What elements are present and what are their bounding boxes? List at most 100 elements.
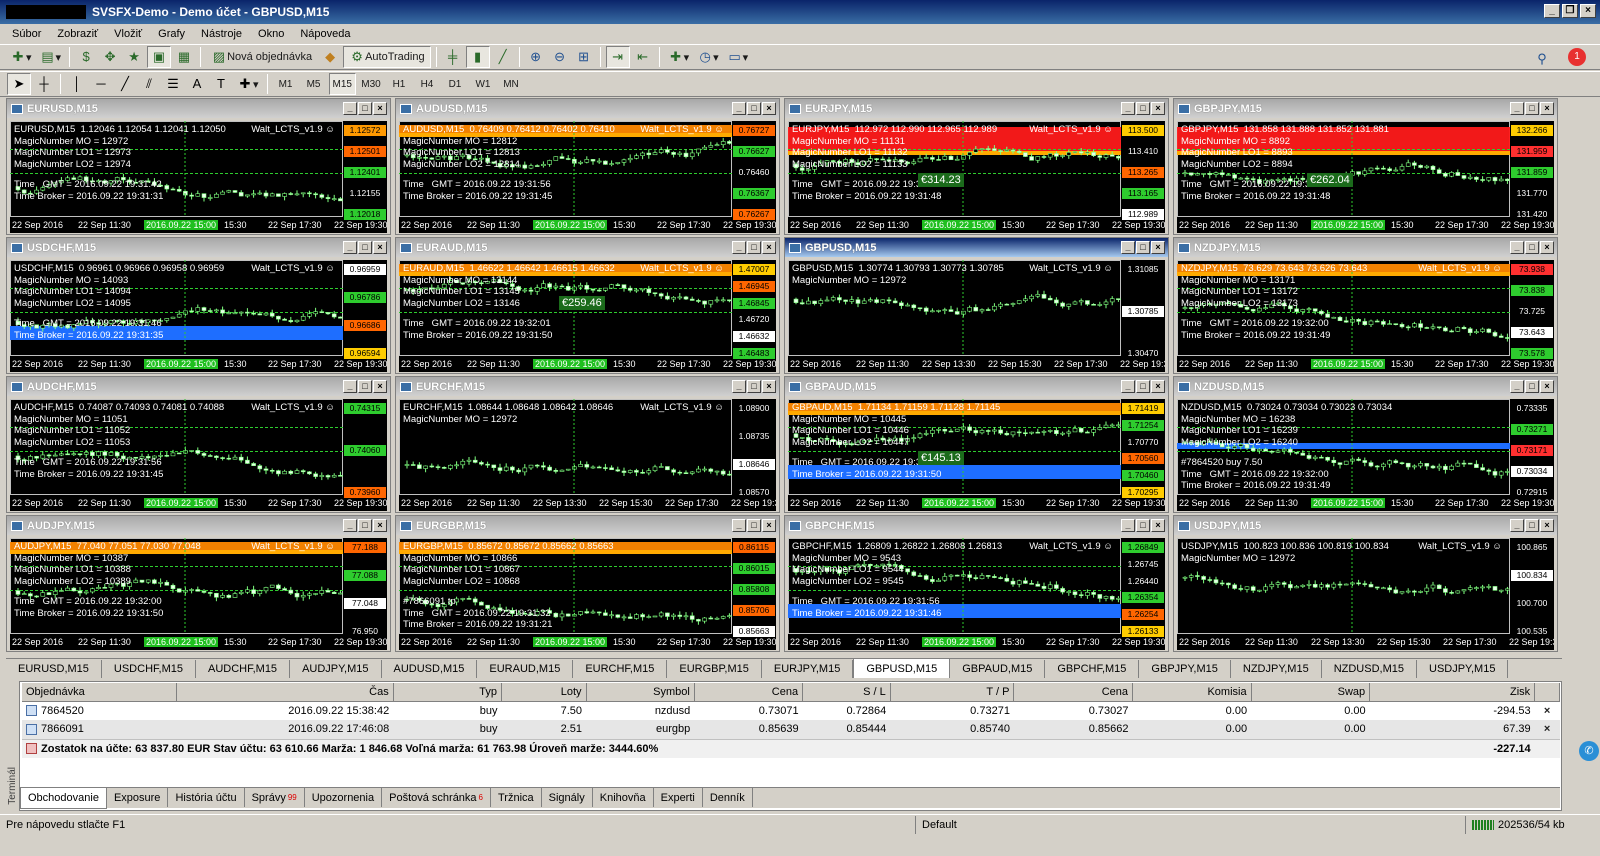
chart-canvas[interactable]: AUDUSD,M15 0.76409 0.76412 0.76402 0.764…	[399, 121, 776, 233]
chart-titlebar[interactable]: NZDJPY,M15	[1174, 238, 1557, 257]
chart-window[interactable]: GBPJPY,M15 _ □ × GBPJPY,M15 131.858 131.888 …	[1173, 98, 1558, 235]
bar-chart-button[interactable]: ╪	[442, 46, 464, 68]
chart-window[interactable]: NZDJPY,M15 _ □ × NZDJPY,M15 73.629 73.643 73…	[1173, 237, 1558, 374]
chart-close-button[interactable]: ×	[1540, 241, 1554, 254]
chart-close-button[interactable]: ×	[373, 102, 387, 115]
close-order-button[interactable]: ×	[1535, 701, 1560, 720]
timeframe-m15[interactable]: M15	[328, 73, 356, 95]
crosshair-button[interactable]: ┼	[33, 73, 55, 95]
timeframe-m5[interactable]: M5	[301, 73, 327, 95]
chart-maximize-button[interactable]: □	[747, 102, 761, 115]
column-header[interactable]: S / L	[802, 683, 891, 702]
menu-item[interactable]: Zobraziť	[49, 28, 106, 40]
chart-window[interactable]: NZDUSD,M15 _ □ × NZDUSD,M15 0.73024 0.73034 …	[1173, 376, 1558, 513]
chart-canvas[interactable]: EURUSD,M15 1.12046 1.12054 1.12041 1.120…	[10, 121, 387, 233]
menu-item[interactable]: Nápoveda	[292, 28, 358, 40]
chart-window[interactable]: EURAUD,M15 _ □ × EURAUD,M15 1.46622 1.46642 …	[395, 237, 780, 374]
column-header[interactable]: Typ	[393, 683, 502, 702]
chart-tab[interactable]: USDJPY,M15	[1417, 660, 1509, 678]
chart-canvas[interactable]: GBPCHF,M15 1.26809 1.26822 1.26808 1.268…	[788, 538, 1165, 650]
timeframe-m1[interactable]: M1	[273, 73, 299, 95]
chart-canvas[interactable]: AUDCHF,M15 0.74087 0.74093 0.74081 0.740…	[10, 399, 387, 511]
text-button[interactable]: A	[186, 73, 208, 95]
restore-button[interactable]: ❐	[1562, 4, 1578, 18]
terminal-tab[interactable]: Denník	[703, 788, 753, 807]
close-button[interactable]: ×	[1580, 4, 1596, 18]
chart-tab[interactable]: EURJPY,M15	[762, 660, 854, 678]
chart-close-button[interactable]: ×	[1151, 380, 1165, 393]
chart-canvas[interactable]: GBPAUD,M15 1.71134 1.71159 1.71128 1.711…	[788, 399, 1165, 511]
chart-titlebar[interactable]: NZDUSD,M15	[1174, 377, 1557, 396]
chart-maximize-button[interactable]: □	[747, 380, 761, 393]
chart-titlebar[interactable]: AUDUSD,M15	[396, 99, 779, 118]
chart-maximize-button[interactable]: □	[358, 102, 372, 115]
chart-close-button[interactable]: ×	[1151, 241, 1165, 254]
menu-item[interactable]: Súbor	[4, 28, 49, 40]
status-profile[interactable]: Default	[915, 815, 1465, 834]
table-row[interactable]: 7864520 2016.09.22 15:38:42 buy 7.50 nzdusd 0…	[22, 701, 1560, 720]
terminal-button[interactable]: ▣	[147, 46, 172, 68]
chart-canvas[interactable]: EURGBP,M15 0.85672 0.85672 0.85662 0.856…	[399, 538, 776, 650]
terminal-tab[interactable]: Správy 99	[245, 788, 305, 807]
column-header[interactable]: Objednávka	[22, 683, 178, 702]
chart-window[interactable]: EURCHF,M15 _ □ × EURCHF,M15 1.08644 1.08648 …	[395, 376, 780, 513]
chart-canvas[interactable]: NZDJPY,M15 73.629 73.643 73.626 73.643 Ma…	[1177, 260, 1554, 372]
indicators-button[interactable]: ✚ ▾	[665, 46, 693, 68]
chart-maximize-button[interactable]: □	[1136, 519, 1150, 532]
chart-close-button[interactable]: ×	[762, 380, 776, 393]
column-header[interactable]: T / P	[890, 683, 1015, 702]
chart-canvas[interactable]: EURAUD,M15 1.46622 1.46642 1.46615 1.466…	[399, 260, 776, 372]
chart-window[interactable]: USDJPY,M15 _ □ × USDJPY,M15 100.823 100.836 …	[1173, 515, 1558, 652]
menu-item[interactable]: Nástroje	[193, 28, 250, 40]
chart-canvas[interactable]: USDCHF,M15 0.96961 0.96966 0.96958 0.969…	[10, 260, 387, 372]
chart-canvas[interactable]: USDJPY,M15 100.823 100.836 100.819 100.8…	[1177, 538, 1554, 650]
chart-titlebar[interactable]: AUDJPY,M15	[7, 516, 390, 535]
line-chart-button[interactable]: ╱	[492, 46, 514, 68]
chart-minimize-button[interactable]: _	[343, 519, 357, 532]
chart-tab[interactable]: EURGBP,M15	[667, 660, 762, 678]
chart-tab[interactable]: AUDJPY,M15	[290, 660, 382, 678]
chart-shift-button[interactable]: ⇤	[632, 46, 654, 68]
timeframe-w1[interactable]: W1	[470, 73, 496, 95]
column-header[interactable]: Čas	[176, 683, 394, 702]
chart-window[interactable]: AUDUSD,M15 _ □ × AUDUSD,M15 0.76409 0.76412 …	[395, 98, 780, 235]
chart-maximize-button[interactable]: □	[1525, 380, 1539, 393]
periods-button[interactable]: ◷ ▾	[694, 46, 722, 68]
chart-maximize-button[interactable]: □	[358, 519, 372, 532]
cursor-button[interactable]: ➤	[7, 73, 31, 95]
column-header[interactable]: Symbol	[586, 683, 695, 702]
chart-maximize-button[interactable]: □	[1525, 519, 1539, 532]
chart-minimize-button[interactable]: _	[732, 519, 746, 532]
timeframe-h1[interactable]: H1	[386, 73, 412, 95]
chart-tab[interactable]: GBPCHF,M15	[1045, 660, 1140, 678]
search-button[interactable]: ⚲	[1531, 48, 1553, 70]
chart-titlebar[interactable]: AUDCHF,M15	[7, 377, 390, 396]
chart-tab[interactable]: EURUSD,M15	[6, 660, 102, 678]
chart-minimize-button[interactable]: _	[732, 102, 746, 115]
chart-titlebar[interactable]: EURUSD,M15	[7, 99, 390, 118]
chart-minimize-button[interactable]: _	[1121, 519, 1135, 532]
terminal-tab[interactable]: História účtu	[168, 788, 245, 807]
chart-minimize-button[interactable]: _	[343, 380, 357, 393]
chart-minimize-button[interactable]: _	[1121, 102, 1135, 115]
chart-canvas[interactable]: GBPJPY,M15 131.858 131.888 131.852 131.8…	[1177, 121, 1554, 233]
column-header[interactable]: Cena	[1013, 683, 1134, 702]
menu-item[interactable]: Vložiť	[106, 28, 150, 40]
chart-canvas[interactable]: EURCHF,M15 1.08644 1.08648 1.08642 1.086…	[399, 399, 776, 511]
timeframe-h4[interactable]: H4	[414, 73, 440, 95]
new-chart-button[interactable]: ✚ ▾	[7, 46, 35, 68]
chart-titlebar[interactable]: USDJPY,M15	[1174, 516, 1557, 535]
chart-close-button[interactable]: ×	[1540, 380, 1554, 393]
chart-maximize-button[interactable]: □	[1525, 241, 1539, 254]
chart-tab[interactable]: NZDJPY,M15	[1231, 660, 1322, 678]
chart-titlebar[interactable]: GBPJPY,M15	[1174, 99, 1557, 118]
chart-close-button[interactable]: ×	[762, 102, 776, 115]
arrows-button[interactable]: ✚ ▾	[234, 73, 262, 95]
chart-tab[interactable]: GBPUSD,M15	[853, 658, 951, 678]
chat-bubble-icon[interactable]: ✆	[1579, 741, 1599, 761]
terminal-tab[interactable]: Poštová schránka 6	[382, 788, 491, 807]
chart-close-button[interactable]: ×	[1540, 102, 1554, 115]
zoom-in-button[interactable]: ⊕	[525, 46, 547, 68]
chart-canvas[interactable]: AUDJPY,M15 77.040 77.051 77.030 77.048 Ma…	[10, 538, 387, 650]
terminal-tab[interactable]: Obchodovanie	[20, 788, 107, 809]
